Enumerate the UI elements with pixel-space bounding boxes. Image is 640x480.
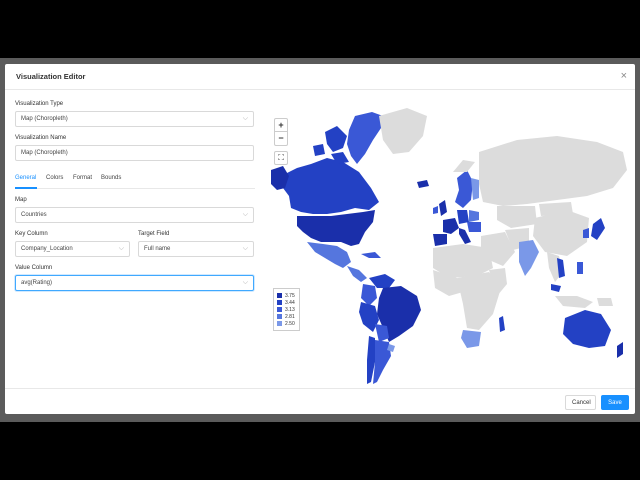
choropleth-map[interactable]: + − ⛶ 3.75 3.44 3.13 2.81 2.50 <box>267 92 635 398</box>
country-russia[interactable] <box>479 136 627 206</box>
world-map-svg <box>271 108 627 384</box>
country-greenland[interactable] <box>347 112 383 164</box>
country-poland[interactable] <box>469 210 479 222</box>
target-field-select[interactable]: Full name ⌵ <box>138 241 254 257</box>
value-column-value: avg(Rating) <box>21 280 53 286</box>
tab-bounds[interactable]: Bounds <box>101 175 121 181</box>
legend-swatch-3 <box>277 314 282 319</box>
country-canada[interactable] <box>283 158 379 214</box>
cancel-button[interactable]: Cancel <box>565 395 596 410</box>
dialog-footer: Cancel Save <box>5 388 635 414</box>
vis-type-value: Map (Choropleth) <box>21 116 68 122</box>
vis-type-select[interactable]: Map (Choropleth) ⌵ <box>15 111 254 127</box>
country-png[interactable] <box>597 298 613 306</box>
legend-swatch-4 <box>277 321 282 326</box>
country-usa[interactable] <box>297 210 375 246</box>
value-column-select[interactable]: avg(Rating) ⌵ <box>15 275 254 291</box>
tab-general[interactable]: General <box>15 175 36 181</box>
country-bolivia[interactable] <box>375 324 389 342</box>
country-madagascar[interactable] <box>499 316 505 332</box>
country-north-africa[interactable] <box>433 244 493 278</box>
country-spain[interactable] <box>433 234 447 246</box>
key-column-select[interactable]: Company_Location ⌵ <box>15 241 130 257</box>
editor-tabs: General Colors Format Bounds <box>15 173 255 189</box>
country-new-zealand[interactable] <box>617 342 623 358</box>
legend-item: 3.13 <box>277 306 296 313</box>
vis-name-value: Map (Choropleth) <box>21 150 68 156</box>
legend-label: 3.75 <box>285 292 295 299</box>
country-central-america[interactable] <box>347 266 367 282</box>
dialog-header: Visualization Editor × <box>5 64 635 90</box>
country-norway-sweden[interactable] <box>455 170 473 208</box>
country-india[interactable] <box>519 240 539 276</box>
country-finland[interactable] <box>471 178 479 200</box>
country-scandinavia-arctic[interactable] <box>453 160 475 172</box>
target-field-value: Full name <box>144 246 171 252</box>
country-canada-islands[interactable] <box>313 126 349 164</box>
tab-format[interactable]: Format <box>73 175 92 181</box>
legend-swatch-2 <box>277 307 282 312</box>
target-field-label: Target Field <box>138 231 170 237</box>
country-kazakhstan[interactable] <box>497 206 537 228</box>
chevron-down-icon: ⌵ <box>242 279 248 286</box>
country-iceland[interactable] <box>417 180 429 188</box>
tab-colors[interactable]: Colors <box>46 175 63 181</box>
key-column-value: Company_Location <box>21 246 73 252</box>
legend-swatch-1 <box>277 300 282 305</box>
country-ireland[interactable] <box>433 206 438 214</box>
value-column-label: Value Column <box>15 265 53 271</box>
country-germany[interactable] <box>457 210 469 224</box>
fullscreen-icon[interactable]: ⛶ <box>274 151 288 165</box>
key-column-label: Key Column <box>15 231 48 237</box>
country-philippines[interactable] <box>577 262 583 274</box>
country-uk[interactable] <box>439 200 447 216</box>
country-malaysia[interactable] <box>551 284 561 292</box>
legend-label: 2.81 <box>285 313 295 320</box>
chevron-down-icon: ⌵ <box>242 115 248 122</box>
zoom-in-button[interactable]: + <box>275 119 287 132</box>
country-japan[interactable] <box>591 218 605 240</box>
country-china[interactable] <box>533 210 589 256</box>
chevron-down-icon: ⌵ <box>242 245 248 252</box>
legend-label: 3.13 <box>285 306 295 313</box>
vis-name-label: Visualization Name <box>15 135 67 141</box>
legend-swatch-0 <box>277 293 282 298</box>
country-france[interactable] <box>443 218 459 234</box>
legend-item: 2.81 <box>277 313 296 320</box>
map-label: Map <box>15 197 27 203</box>
legend-item: 2.50 <box>277 320 296 327</box>
country-australia[interactable] <box>563 310 611 348</box>
country-central-europe[interactable] <box>467 222 481 232</box>
legend-item: 3.75 <box>277 292 296 299</box>
zoom-out-button[interactable]: − <box>275 132 287 145</box>
country-greenland-arctic[interactable] <box>379 108 427 154</box>
country-indonesia[interactable] <box>555 296 593 308</box>
vis-type-label: Visualization Type <box>15 101 64 107</box>
country-mongolia[interactable] <box>539 202 573 216</box>
save-button[interactable]: Save <box>601 395 629 410</box>
active-tab-indicator <box>15 187 37 189</box>
visualization-editor-dialog: Visualization Editor × Visualization Typ… <box>5 64 635 414</box>
map-select[interactable]: Countries ⌵ <box>15 207 254 223</box>
dialog-title: Visualization Editor <box>16 72 86 81</box>
country-south-africa[interactable] <box>461 330 481 348</box>
country-mexico[interactable] <box>307 242 351 268</box>
chevron-down-icon: ⌵ <box>242 211 248 218</box>
vis-name-input[interactable]: Map (Choropleth) <box>15 145 254 161</box>
close-icon[interactable]: × <box>621 70 627 82</box>
legend-item: 3.44 <box>277 299 296 306</box>
map-value: Countries <box>21 212 47 218</box>
chevron-down-icon: ⌵ <box>118 245 124 252</box>
zoom-control: + − <box>274 118 288 146</box>
country-cuba[interactable] <box>361 252 381 258</box>
map-legend: 3.75 3.44 3.13 2.81 2.50 <box>273 288 300 331</box>
legend-label: 2.50 <box>285 320 295 327</box>
legend-label: 3.44 <box>285 299 295 306</box>
